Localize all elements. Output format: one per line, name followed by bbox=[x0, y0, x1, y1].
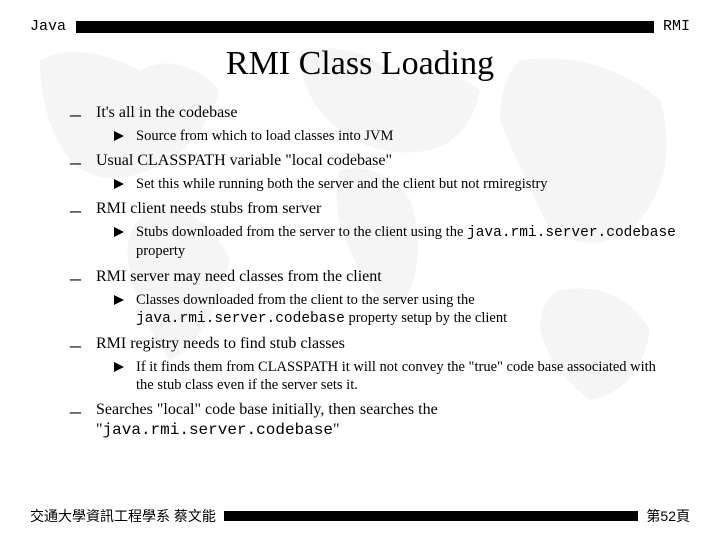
bullet-text: Usual CLASSPATH variable "local codebase… bbox=[96, 151, 392, 173]
dash-icon: – bbox=[70, 199, 84, 221]
dash-icon: – bbox=[70, 334, 84, 356]
dash-icon: – bbox=[70, 151, 84, 173]
bullet-level1: –It's all in the codebase bbox=[70, 103, 676, 125]
arrow-icon bbox=[114, 362, 126, 394]
bullet-text: Searches "local" code base initially, th… bbox=[96, 400, 676, 440]
bullet-level2: If it finds them from CLASSPATH it will … bbox=[114, 358, 676, 394]
bullet-level2: Stubs downloaded from the server to the … bbox=[114, 223, 676, 260]
header-bar: Java RMI bbox=[0, 0, 720, 35]
footer-left: 交通大學資訊工程學系 蔡文能 bbox=[30, 506, 216, 526]
bullet-level2: Classes downloaded from the client to th… bbox=[114, 291, 676, 328]
arrow-icon bbox=[114, 227, 126, 260]
bullet-text: RMI registry needs to find stub classes bbox=[96, 334, 345, 356]
arrow-icon bbox=[114, 295, 126, 328]
arrow-icon bbox=[114, 179, 126, 193]
bullet-level1: –Searches "local" code base initially, t… bbox=[70, 400, 676, 440]
dash-icon: – bbox=[70, 267, 84, 289]
bullet-level1: –RMI registry needs to find stub classes bbox=[70, 334, 676, 356]
sub-bullet-text: Classes downloaded from the client to th… bbox=[136, 291, 676, 328]
bullet-text: It's all in the codebase bbox=[96, 103, 238, 125]
header-left-label: Java bbox=[30, 18, 70, 35]
header-rule bbox=[76, 21, 654, 33]
arrow-icon bbox=[114, 131, 126, 145]
sub-bullet-text: If it finds them from CLASSPATH it will … bbox=[136, 358, 676, 394]
slide-body: –It's all in the codebaseSource from whi… bbox=[0, 103, 720, 440]
slide-title: RMI Class Loading bbox=[0, 35, 720, 97]
header-right-label: RMI bbox=[660, 18, 690, 35]
footer-bar: 交通大學資訊工程學系 蔡文能 第52頁 bbox=[30, 506, 690, 526]
bullet-level2: Source from which to load classes into J… bbox=[114, 127, 676, 145]
bullet-text: RMI client needs stubs from server bbox=[96, 199, 321, 221]
bullet-level1: –Usual CLASSPATH variable "local codebas… bbox=[70, 151, 676, 173]
bullet-level2: Set this while running both the server a… bbox=[114, 175, 676, 193]
dash-icon: – bbox=[70, 103, 84, 125]
bullet-level1: –RMI server may need classes from the cl… bbox=[70, 267, 676, 289]
bullet-level1: –RMI client needs stubs from server bbox=[70, 199, 676, 221]
footer-rule bbox=[224, 511, 639, 521]
sub-bullet-text: Source from which to load classes into J… bbox=[136, 127, 393, 145]
dash-icon: – bbox=[70, 400, 84, 440]
footer-right: 第52頁 bbox=[646, 506, 690, 526]
sub-bullet-text: Set this while running both the server a… bbox=[136, 175, 548, 193]
sub-bullet-text: Stubs downloaded from the server to the … bbox=[136, 223, 676, 260]
bullet-text: RMI server may need classes from the cli… bbox=[96, 267, 382, 289]
